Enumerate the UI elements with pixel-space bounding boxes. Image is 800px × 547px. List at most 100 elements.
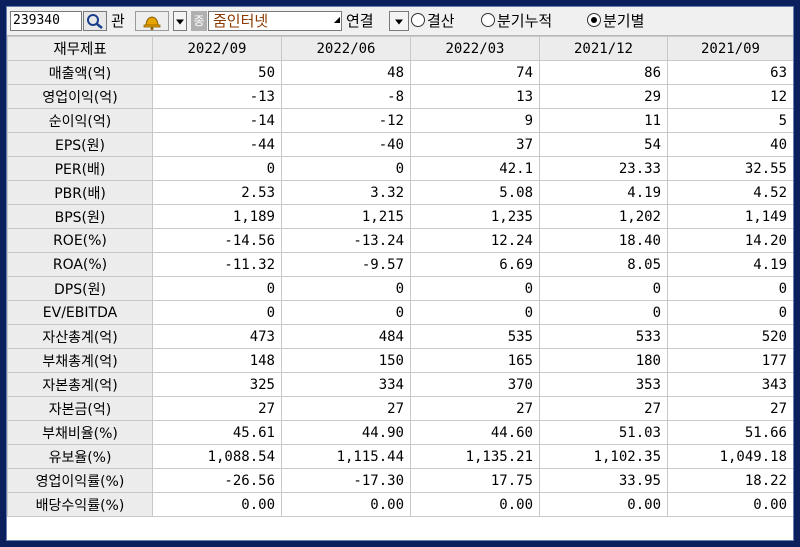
table-row[interactable]: EV/EBITDA 0 0 0 0 0 (7, 300, 793, 325)
table-cell: 8.05 (539, 252, 668, 277)
table-body: 매출액(억) 50 48 74 86 63 영업이익(억) -13 -8 13 29 12 순이익(억)… (7, 60, 793, 517)
table-row[interactable]: ROA(%) -11.32 -9.57 6.69 8.05 4.19 (7, 252, 793, 277)
search-button[interactable] (83, 11, 107, 31)
table-row[interactable]: EPS(원) -44 -40 37 54 40 (7, 132, 793, 157)
table-row[interactable]: 순이익(억) -14 -12 9 11 5 (7, 108, 793, 133)
table-cell: 1,235 (410, 204, 540, 229)
table-cell: -14.56 (152, 228, 282, 253)
table-cell: 1,115.44 (281, 444, 411, 469)
table-cell: 74 (410, 60, 540, 85)
table-row[interactable]: 부채비율(%) 45.61 44.90 44.60 51.03 51.66 (7, 420, 793, 445)
alert-dropdown-button[interactable] (173, 11, 187, 31)
table-cell: 12.24 (410, 228, 540, 253)
table-cell: 33.95 (539, 468, 668, 493)
radio-label: 분기누적 (497, 12, 553, 30)
table-row[interactable]: 부채총계(억) 148 150 165 180 177 (7, 348, 793, 373)
table-cell: 0.00 (410, 492, 540, 517)
table-cell: 0 (410, 300, 540, 325)
table-row[interactable]: BPS(원) 1,189 1,215 1,235 1,202 1,149 (7, 204, 793, 229)
table-cell: -12 (281, 108, 411, 133)
financial-summary-window: 239340 관 종 줌인터넷 ◢ 연결 결산 분기누적 분기별 재무제표 20… (6, 6, 794, 541)
table-cell: 177 (667, 348, 793, 373)
table-row[interactable]: DPS(원) 0 0 0 0 0 (7, 276, 793, 301)
table-cell: 23.33 (539, 156, 668, 181)
table-row[interactable]: PBR(배) 2.53 3.32 5.08 4.19 4.52 (7, 180, 793, 205)
table-cell: 86 (539, 60, 668, 85)
row-label: 자본금(억) (7, 396, 153, 421)
table-cell: 11 (539, 108, 668, 133)
row-label: PER(배) (7, 156, 153, 181)
table-cell: -17.30 (281, 468, 411, 493)
table-cell: 4.19 (539, 180, 668, 205)
header-period[interactable]: 2022/06 (281, 36, 411, 61)
table-cell: 165 (410, 348, 540, 373)
table-cell: 40 (667, 132, 793, 157)
table-cell: 0 (539, 300, 668, 325)
resize-corner-icon: ◢ (333, 15, 340, 24)
table-row[interactable]: ROE(%) -14.56 -13.24 12.24 18.40 14.20 (7, 228, 793, 253)
row-label: PBR(배) (7, 180, 153, 205)
table-cell: 44.60 (410, 420, 540, 445)
table-cell: 51.66 (667, 420, 793, 445)
row-label: EPS(원) (7, 132, 153, 157)
radio-annual[interactable]: 결산 (411, 11, 455, 31)
table-cell: 0.00 (667, 492, 793, 517)
row-label: 순이익(억) (7, 108, 153, 133)
table-cell: 0 (539, 276, 668, 301)
table-row[interactable]: 배당수익률(%) 0.00 0.00 0.00 0.00 0.00 (7, 492, 793, 517)
header-period[interactable]: 2022/09 (152, 36, 282, 61)
table-cell: -26.56 (152, 468, 282, 493)
table-cell: 0 (667, 300, 793, 325)
table-row[interactable]: 자산총계(억) 473 484 535 533 520 (7, 324, 793, 349)
table-cell: 6.69 (410, 252, 540, 277)
table-cell: 18.22 (667, 468, 793, 493)
radio-quarterly[interactable]: 분기별 (587, 11, 644, 31)
table-cell: 1,202 (539, 204, 668, 229)
table-cell: -11.32 (152, 252, 282, 277)
table-row[interactable]: 자본총계(억) 325 334 370 353 343 (7, 372, 793, 397)
row-label: 배당수익률(%) (7, 492, 153, 517)
table-cell: 27 (152, 396, 282, 421)
stock-name-select[interactable]: 줌인터넷 ◢ (208, 11, 342, 31)
table-cell: 12 (667, 84, 793, 109)
table-cell: 533 (539, 324, 668, 349)
alert-button[interactable] (135, 11, 169, 31)
row-label: DPS(원) (7, 276, 153, 301)
table-row[interactable]: 유보율(%) 1,088.54 1,115.44 1,135.21 1,102.35 1,… (7, 444, 793, 469)
consolidation-dropdown-button[interactable] (389, 11, 409, 31)
header-period[interactable]: 2022/03 (410, 36, 540, 61)
table-cell: 1,102.35 (539, 444, 668, 469)
table-row[interactable]: 영업이익(억) -13 -8 13 29 12 (7, 84, 793, 109)
table-cell: 325 (152, 372, 282, 397)
row-label: EV/EBITDA (7, 300, 153, 325)
table-cell: 0 (281, 156, 411, 181)
table-cell: -40 (281, 132, 411, 157)
row-label: 부채비율(%) (7, 420, 153, 445)
table-cell: 27 (539, 396, 668, 421)
table-cell: 1,088.54 (152, 444, 282, 469)
table-header-row: 재무제표 2022/09 2022/06 2022/03 2021/12 202… (7, 36, 793, 61)
table-row[interactable]: 자본금(억) 27 27 27 27 27 (7, 396, 793, 421)
table-cell: -13 (152, 84, 282, 109)
table-cell: 148 (152, 348, 282, 373)
table-row[interactable]: 영업이익률(%) -26.56 -17.30 17.75 33.95 18.22 (7, 468, 793, 493)
table-cell: 9 (410, 108, 540, 133)
table-cell: 3.32 (281, 180, 411, 205)
table-row[interactable]: PER(배) 0 0 42.1 23.33 32.55 (7, 156, 793, 181)
table-cell: 150 (281, 348, 411, 373)
row-label: BPS(원) (7, 204, 153, 229)
radio-circle-selected (587, 13, 601, 27)
table-cell: 4.19 (667, 252, 793, 277)
table-cell: 27 (410, 396, 540, 421)
header-period[interactable]: 2021/12 (539, 36, 668, 61)
radio-quarterly-cumulative[interactable]: 분기누적 (481, 11, 552, 31)
table-cell: 1,049.18 (667, 444, 793, 469)
chevron-down-icon (395, 19, 403, 25)
table-row[interactable]: 매출액(억) 50 48 74 86 63 (7, 60, 793, 85)
header-period[interactable]: 2021/09 (667, 36, 793, 61)
table-cell: 29 (539, 84, 668, 109)
table-cell: 0 (281, 276, 411, 301)
stock-code-input[interactable]: 239340 (10, 11, 82, 31)
table-cell: 37 (410, 132, 540, 157)
table-cell: -13.24 (281, 228, 411, 253)
